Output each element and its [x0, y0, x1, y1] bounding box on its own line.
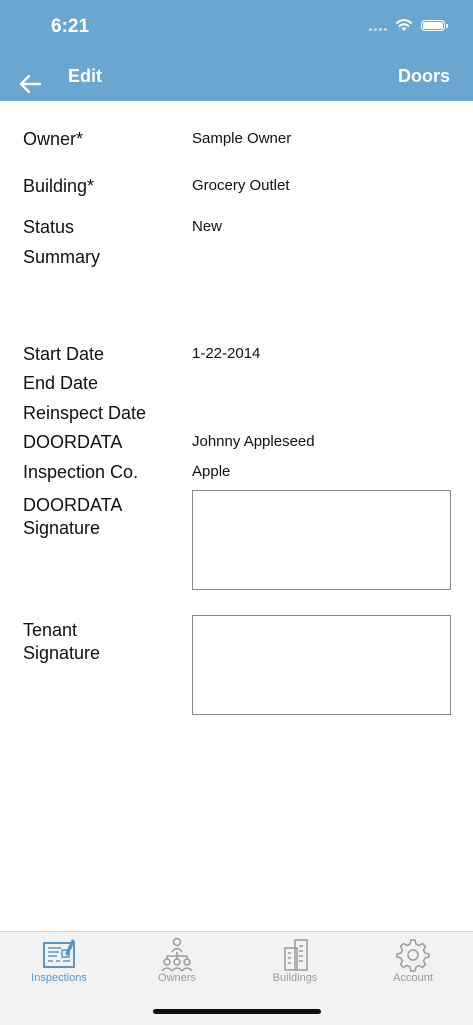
- tenant-signature-label-line2: Signature: [23, 643, 101, 663]
- owners-icon: [161, 937, 193, 972]
- tab-account-label: Account: [393, 972, 433, 984]
- cellular-signal-icon: [369, 19, 387, 31]
- doordata-label: DOORDATA: [23, 432, 123, 452]
- end-date-label: End Date: [23, 373, 99, 393]
- doordata-signature-label-line1: DOORDATA: [23, 495, 123, 515]
- status-icons: [369, 18, 448, 32]
- tab-account[interactable]: Account: [354, 932, 472, 994]
- status-time: 6:21: [51, 16, 90, 37]
- tab-inspections-label: Inspections: [31, 972, 87, 984]
- status-value[interactable]: New: [192, 218, 222, 235]
- tab-inspections[interactable]: Inspections: [0, 932, 118, 994]
- buildings-icon: [284, 939, 308, 971]
- owner-label: Owner*: [23, 129, 84, 149]
- owner-value[interactable]: Sample Owner: [192, 130, 291, 147]
- status-label: Status: [23, 217, 75, 237]
- home-indicator: [153, 1009, 321, 1014]
- doordata-signature-box[interactable]: [192, 490, 451, 590]
- nav-header: 6:21 Edit Doors: [0, 0, 473, 101]
- inspection-co-value[interactable]: Apple: [192, 463, 230, 480]
- battery-icon: [421, 19, 448, 31]
- tab-owners-label: Owners: [158, 972, 196, 984]
- reinspect-date-label: Reinspect Date: [23, 403, 147, 423]
- inspection-co-label: Inspection Co.: [23, 462, 139, 482]
- start-date-value[interactable]: 1-22-2014: [192, 345, 260, 362]
- back-arrow-icon[interactable]: [16, 70, 44, 98]
- tenant-signature-label-line1: Tenant: [23, 620, 78, 640]
- tenant-signature-box[interactable]: [192, 615, 451, 715]
- doors-button[interactable]: Doors: [398, 66, 450, 87]
- doordata-signature-label-line2: Signature: [23, 518, 101, 538]
- doordata-value[interactable]: Johnny Appleseed: [192, 433, 315, 450]
- edit-button[interactable]: Edit: [68, 66, 102, 87]
- tab-buildings[interactable]: Buildings: [236, 932, 354, 994]
- wifi-icon: [396, 19, 412, 31]
- inspections-icon: [43, 939, 75, 968]
- gear-icon: [396, 939, 430, 972]
- tab-buildings-label: Buildings: [272, 972, 318, 984]
- building-value[interactable]: Grocery Outlet: [192, 177, 290, 194]
- start-date-label: Start Date: [23, 344, 105, 364]
- tab-owners[interactable]: Owners: [118, 932, 236, 994]
- summary-label: Summary: [23, 247, 101, 267]
- building-label: Building*: [23, 176, 95, 196]
